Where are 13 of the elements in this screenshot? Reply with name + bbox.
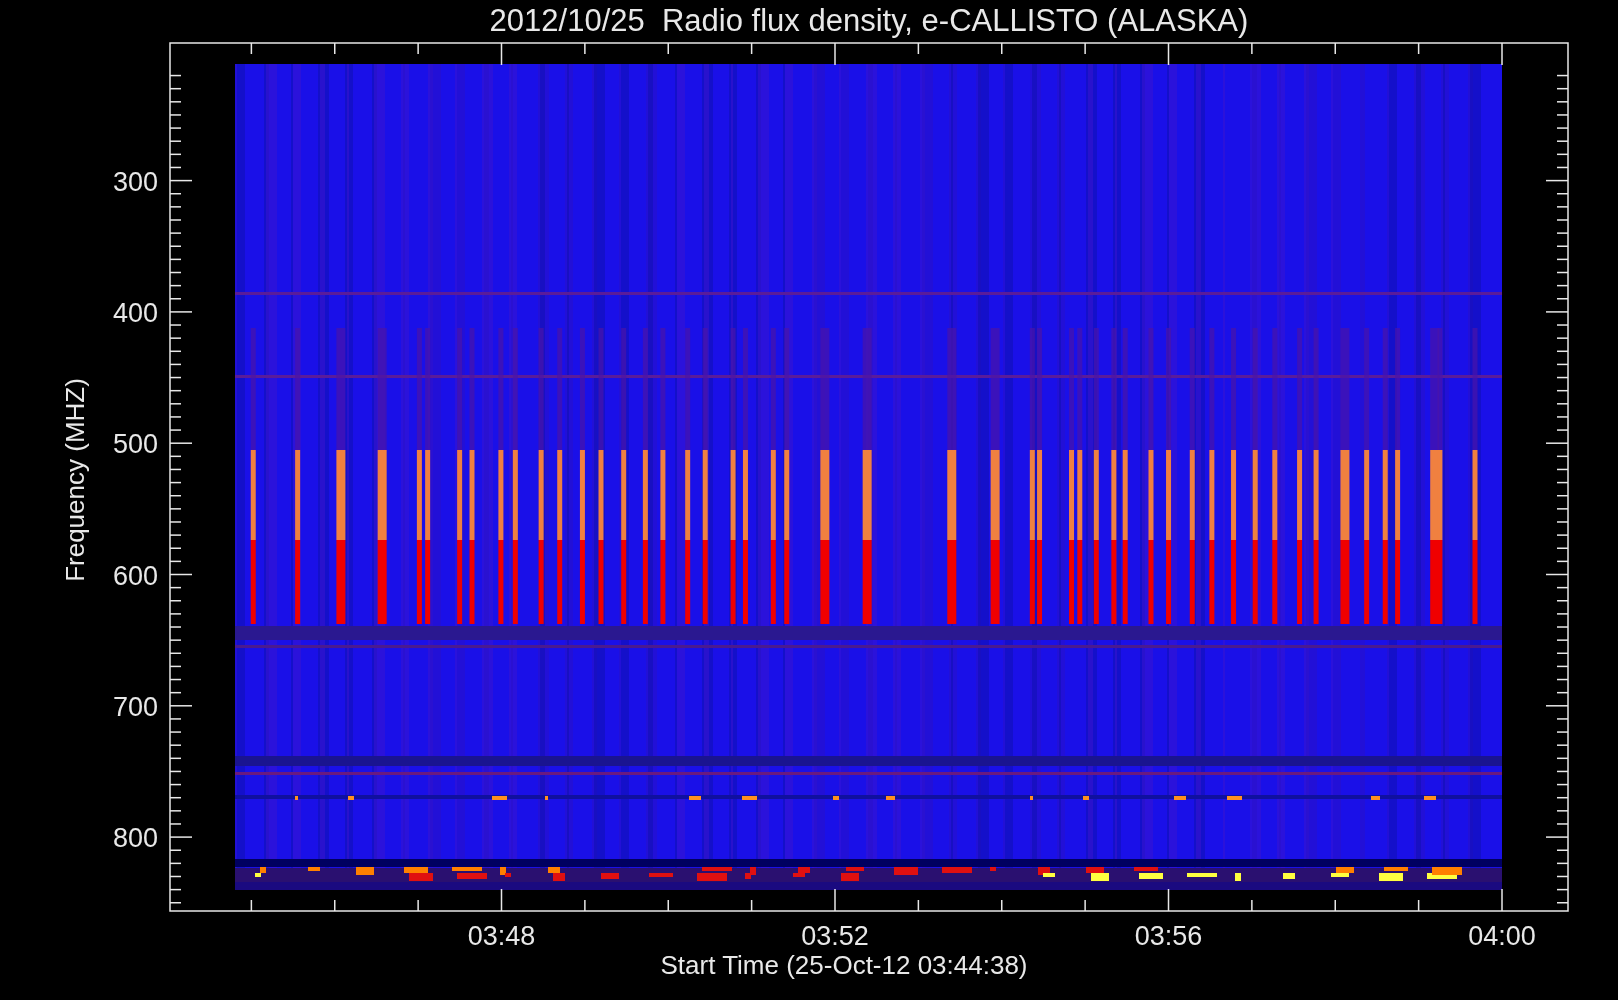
tick-label: 03:48 <box>467 921 536 951</box>
tick-label: 800 <box>112 823 158 854</box>
tick-label: 03:56 <box>1134 921 1203 951</box>
tick-label: 400 <box>112 297 158 328</box>
tick-label: 04:00 <box>1468 921 1536 951</box>
tick-label: 300 <box>112 166 158 197</box>
tick-label: 03:52 <box>801 921 869 951</box>
tick-label: 600 <box>112 560 158 591</box>
axis-label: Frequency (MHZ) <box>60 378 90 582</box>
tick-label: 500 <box>112 429 158 460</box>
tick-label: 700 <box>112 691 158 722</box>
chart-title: 2012/10/25 Radio flux density, e-CALLISTO (ALASKA) <box>489 3 1249 38</box>
axis-label: Start Time (25-Oct-12 03:44:38) <box>660 950 1028 980</box>
